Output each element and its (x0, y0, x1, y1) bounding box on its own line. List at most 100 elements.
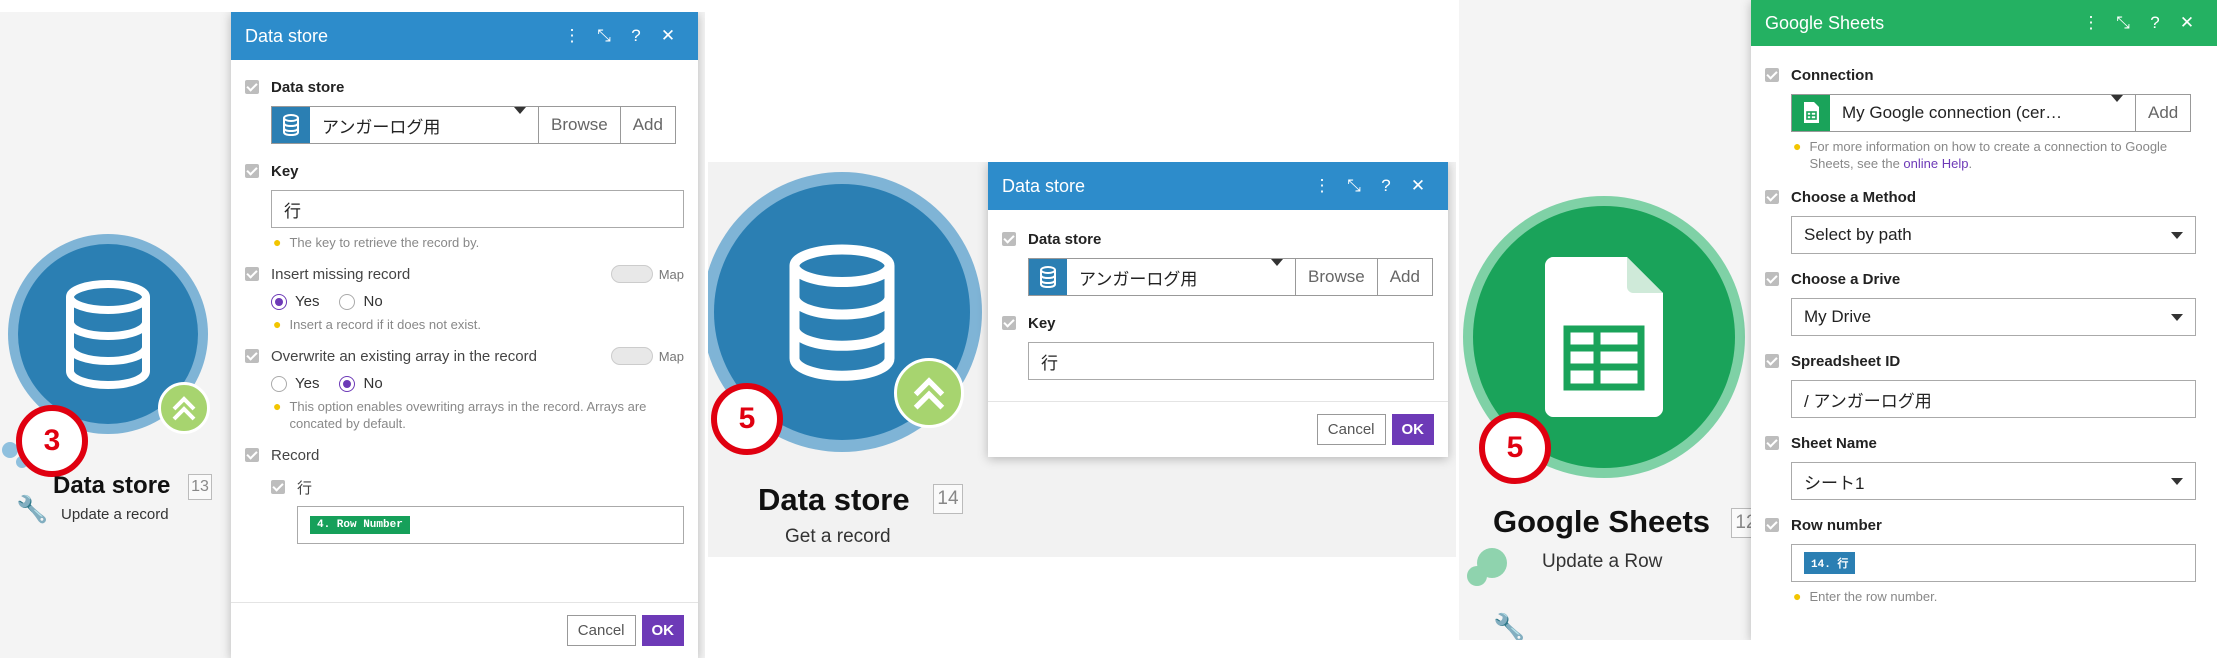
row-number-label: Row number (1765, 512, 2203, 538)
insert-hint: ● Insert a record if it does not exist. (273, 316, 481, 332)
module-number: 13 (188, 474, 212, 500)
wrench-icon[interactable]: 🔧 (1493, 612, 1525, 640)
data-store-label: Data store (1002, 226, 1434, 252)
online-help-link[interactable]: online Help (1903, 156, 1968, 171)
checkbox-icon[interactable] (1002, 316, 1016, 330)
screenshot-collage: 3 Data store 13 Update a record 🔧 Data s… (0, 0, 2217, 658)
add-button[interactable]: Add (620, 106, 676, 144)
record-row-input[interactable]: 4. Row Number (297, 506, 684, 544)
map-toggle[interactable] (610, 347, 653, 365)
data-store-select[interactable]: アンガーログ用 (1028, 258, 1296, 296)
step-number-badge: 5 (1479, 412, 1551, 484)
map-label: Map (658, 266, 684, 282)
row-number-input[interactable]: 14. 行 (1791, 544, 2196, 582)
checkbox-icon[interactable] (245, 448, 259, 462)
checkbox-icon[interactable] (245, 164, 259, 178)
checkbox-icon[interactable] (1002, 232, 1016, 246)
spreadsheet-input[interactable]: / アンガーログ用 (1791, 380, 2196, 418)
data-store-select[interactable]: アンガーログ用 (271, 106, 539, 144)
checkbox-icon[interactable] (1765, 436, 1779, 450)
module-subtitle: Update a record (61, 506, 169, 523)
caret-down-icon (2171, 477, 2183, 485)
no-label: No (363, 375, 383, 392)
checkbox-icon[interactable] (1765, 68, 1779, 82)
dialog-footer: Cancel OK (231, 602, 698, 658)
no-radio[interactable] (339, 375, 356, 392)
checkbox-icon[interactable] (1765, 272, 1779, 286)
drive-label: Choose a Drive (1765, 266, 2203, 292)
browse-button[interactable]: Browse (539, 106, 621, 144)
no-radio[interactable] (339, 293, 356, 310)
drive-select[interactable]: My Drive (1791, 298, 2196, 336)
step-number-badge: 3 (16, 405, 88, 477)
checkbox-icon[interactable] (1765, 518, 1779, 532)
wrench-icon[interactable]: 🔧 (16, 494, 48, 525)
close-icon[interactable]: ✕ (652, 26, 684, 46)
data-store-dialog: Data store ⋮ ⤡ ? ✕ Data store アンガーログ用 Br… (988, 162, 1448, 457)
key-input[interactable]: 行 (1028, 342, 1434, 380)
checkbox-icon[interactable] (1765, 354, 1779, 368)
database-icon (272, 107, 310, 143)
row-number-pill: 14. 行 (1804, 552, 1856, 574)
module-title: Google Sheets (1493, 504, 1711, 539)
caret-down-icon (1271, 259, 1283, 266)
cancel-button[interactable]: Cancel (1316, 414, 1386, 445)
checkbox-icon[interactable] (1765, 190, 1779, 204)
checkbox-icon[interactable] (245, 80, 259, 94)
close-icon[interactable]: ✕ (2171, 13, 2203, 33)
checkbox-icon[interactable] (245, 267, 259, 281)
expand-icon[interactable]: ⤡ (2107, 13, 2139, 33)
key-label: Key (245, 158, 684, 184)
more-icon[interactable]: ⋮ (2075, 13, 2107, 33)
yes-label: Yes (295, 293, 320, 310)
data-store-value: アンガーログ用 (1079, 269, 1198, 289)
data-store-label: Data store (245, 74, 684, 100)
caret-down-icon (514, 107, 526, 114)
cancel-button[interactable]: Cancel (566, 615, 636, 646)
dialog-header: Google Sheets ⋮ ⤡ ? ✕ (1751, 0, 2217, 46)
connection-hint: ● For more information on how to create a… (1793, 138, 2168, 171)
lightbulb-icon: ● (1793, 138, 1802, 154)
map-toggle[interactable] (610, 265, 653, 283)
close-icon[interactable]: ✕ (1402, 176, 1434, 196)
add-button[interactable]: Add (1377, 258, 1433, 296)
checkbox-icon[interactable] (271, 480, 285, 494)
expand-icon[interactable]: ⤡ (588, 26, 620, 46)
method-label: Choose a Method (1765, 184, 2203, 210)
record-sub-label: 行 (271, 474, 684, 500)
row-number-pill: 4. Row Number (310, 516, 410, 534)
yes-radio[interactable] (271, 293, 287, 310)
caret-down-icon (2171, 313, 2183, 321)
ok-button[interactable]: OK (1391, 414, 1434, 445)
module-number: 14 (933, 484, 963, 514)
lightbulb-icon: ● (273, 234, 282, 250)
module-title: Data store (758, 482, 910, 517)
connector-dot (1467, 566, 1487, 586)
overwrite-label: Overwrite an existing array in the recor… (245, 343, 611, 369)
browse-button[interactable]: Browse (1296, 258, 1378, 296)
database-icon (1029, 259, 1067, 295)
more-icon[interactable]: ⋮ (1306, 176, 1338, 196)
connection-select[interactable]: My Google connection (cer… (1791, 94, 2136, 132)
more-icon[interactable]: ⋮ (556, 26, 588, 46)
sheet-label: Sheet Name (1765, 430, 2203, 456)
add-button[interactable]: Add (2136, 94, 2192, 132)
module-title: Data store (53, 472, 171, 499)
help-icon[interactable]: ? (2139, 13, 2171, 33)
checkbox-icon[interactable] (245, 349, 259, 363)
expand-icon[interactable]: ⤡ (1338, 176, 1370, 196)
help-icon[interactable]: ? (1370, 176, 1402, 196)
module-subtitle: Update a Row (1542, 551, 1663, 572)
lightbulb-icon: ● (1793, 588, 1802, 604)
yes-radio[interactable] (271, 375, 287, 392)
panel-update-row: 5 Google Sheets 12 Update a Row 🔧 Google… (1459, 0, 2217, 640)
help-icon[interactable]: ? (620, 26, 652, 46)
dialog-header: Data store ⋮ ⤡ ? ✕ (988, 162, 1448, 210)
ok-button[interactable]: OK (641, 615, 684, 646)
dialog-title: Data store (1002, 175, 1086, 196)
dialog-title: Google Sheets (1765, 12, 1885, 33)
sheet-select[interactable]: シート1 (1791, 462, 2196, 500)
key-input[interactable]: 行 (271, 190, 684, 228)
module-subtitle: Get a record (785, 526, 891, 547)
method-select[interactable]: Select by path (1791, 216, 2196, 254)
